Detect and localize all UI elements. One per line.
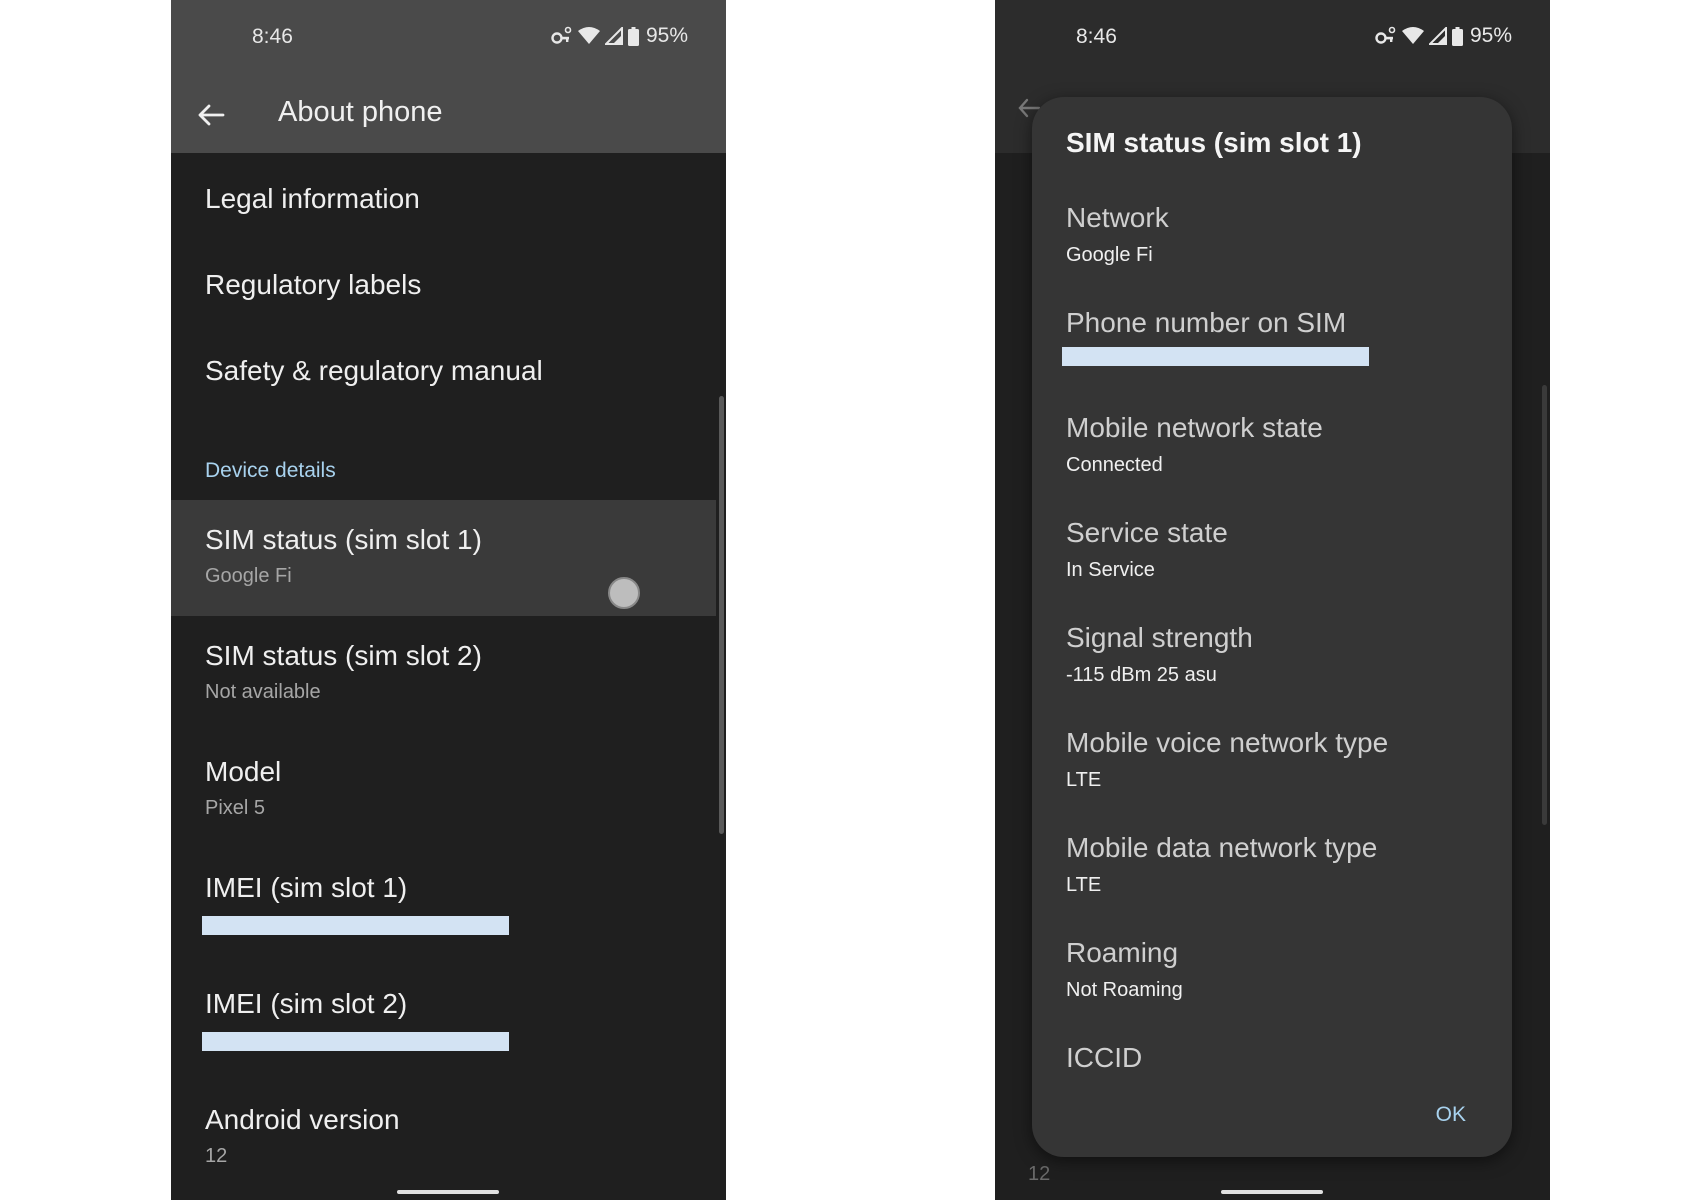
safety-manual-item[interactable]: Safety & regulatory manual bbox=[171, 325, 726, 411]
field-label: Phone number on SIM bbox=[1066, 307, 1347, 338]
sim-status-slot2-item[interactable]: SIM status (sim slot 2) Not available bbox=[171, 616, 726, 732]
field-label: Mobile voice network type bbox=[1066, 727, 1389, 758]
field-value: Connected bbox=[1066, 454, 1163, 476]
cell-signal-icon bbox=[604, 27, 623, 45]
signal-strength-field: Signal strength -115 dBm 25 asu bbox=[1066, 622, 1486, 687]
field-value: In Service bbox=[1066, 559, 1155, 581]
list-item-title: Regulatory labels bbox=[205, 269, 422, 300]
list-item-subtitle: Google Fi bbox=[205, 565, 292, 587]
field-label: Signal strength bbox=[1066, 622, 1253, 653]
field-label: Network bbox=[1066, 202, 1169, 233]
network-field: Network Google Fi bbox=[1066, 202, 1486, 267]
data-network-type-field: Mobile data network type LTE bbox=[1066, 832, 1486, 897]
ok-button[interactable]: OK bbox=[1436, 1103, 1466, 1127]
list-item-title: IMEI (sim slot 1) bbox=[205, 872, 408, 903]
list-item-subtitle: Not available bbox=[205, 681, 321, 703]
voice-network-type-field: Mobile voice network type LTE bbox=[1066, 727, 1486, 792]
field-label: Roaming bbox=[1066, 937, 1179, 968]
phone-number-field: Phone number on SIM bbox=[1066, 307, 1486, 339]
gesture-nav-handle[interactable] bbox=[1221, 1190, 1323, 1194]
status-bar: 8:46 95% bbox=[171, 0, 726, 78]
android-version-item[interactable]: Android version 12 bbox=[171, 1080, 726, 1196]
back-button[interactable] bbox=[191, 95, 231, 135]
status-icons: 95% bbox=[1375, 24, 1512, 48]
field-value: Google Fi bbox=[1066, 244, 1153, 266]
scrollbar[interactable] bbox=[719, 396, 724, 834]
field-value: Not Roaming bbox=[1066, 979, 1183, 1001]
dialog-title: SIM status (sim slot 1) bbox=[1066, 127, 1362, 158]
list-item-title: Android version bbox=[205, 1104, 400, 1135]
imei-slot2-item[interactable]: IMEI (sim slot 2) bbox=[171, 964, 726, 1080]
cell-signal-icon bbox=[1428, 27, 1447, 45]
field-value: LTE bbox=[1066, 769, 1102, 791]
roaming-field: Roaming Not Roaming bbox=[1066, 937, 1486, 1002]
field-label: ICCID bbox=[1066, 1042, 1143, 1073]
about-phone-screen: 8:46 95% About phone Legal information R… bbox=[171, 0, 726, 1200]
field-value: LTE bbox=[1066, 874, 1102, 896]
redacted-value bbox=[202, 1032, 509, 1051]
status-time: 8:46 bbox=[252, 25, 293, 48]
section-header-device-details: Device details bbox=[205, 459, 336, 482]
list-item-title: Model bbox=[205, 756, 282, 787]
status-bar: 8:46 95% bbox=[995, 0, 1550, 78]
sim-status-dialog: SIM status (sim slot 1) Network Google F… bbox=[1032, 97, 1512, 1157]
battery-percent: 95% bbox=[1469, 24, 1512, 47]
sim-status-slot1-item[interactable]: SIM status (sim slot 1) Google Fi bbox=[171, 500, 716, 616]
battery-percent: 95% bbox=[645, 24, 688, 47]
redacted-value bbox=[202, 916, 509, 935]
list-item-title: Safety & regulatory manual bbox=[205, 355, 543, 386]
background-android-version-value: 12 bbox=[1028, 1163, 1051, 1185]
status-time: 8:46 bbox=[1076, 25, 1117, 48]
page-title: About phone bbox=[278, 96, 443, 128]
list-item-title: SIM status (sim slot 1) bbox=[205, 524, 482, 555]
vpn-key-icon bbox=[551, 26, 572, 44]
gesture-nav-handle[interactable] bbox=[397, 1190, 499, 1194]
mobile-network-state-field: Mobile network state Connected bbox=[1066, 412, 1486, 477]
battery-icon bbox=[627, 26, 639, 46]
touch-indicator bbox=[608, 577, 640, 609]
list-item-title: IMEI (sim slot 2) bbox=[205, 988, 408, 1019]
back-arrow-icon bbox=[198, 104, 225, 126]
background-scrollbar bbox=[1542, 385, 1547, 825]
wifi-icon bbox=[1401, 27, 1424, 44]
app-bar: 8:46 95% About phone bbox=[171, 0, 726, 153]
legal-information-item[interactable]: Legal information bbox=[171, 153, 726, 239]
iccid-field: ICCID bbox=[1066, 1042, 1486, 1074]
field-label: Service state bbox=[1066, 517, 1228, 548]
model-item[interactable]: Model Pixel 5 bbox=[171, 732, 726, 848]
sim-status-dialog-screen: 8:46 95% 12 SIM status (sim slot 1) Netw… bbox=[995, 0, 1550, 1200]
field-value: -115 dBm 25 asu bbox=[1066, 664, 1217, 686]
list-item-title: SIM status (sim slot 2) bbox=[205, 640, 482, 671]
redacted-phone-number bbox=[1062, 347, 1369, 366]
vpn-key-icon bbox=[1375, 26, 1396, 44]
wifi-icon bbox=[577, 27, 600, 44]
list-item-subtitle: Pixel 5 bbox=[205, 797, 266, 819]
status-icons: 95% bbox=[551, 24, 688, 48]
list-item-title: Legal information bbox=[205, 183, 420, 214]
field-label: Mobile data network type bbox=[1066, 832, 1378, 863]
battery-icon bbox=[1451, 26, 1463, 46]
list-item-subtitle: 12 bbox=[205, 1145, 228, 1167]
regulatory-labels-item[interactable]: Regulatory labels bbox=[171, 239, 726, 325]
imei-slot1-item[interactable]: IMEI (sim slot 1) bbox=[171, 848, 726, 964]
service-state-field: Service state In Service bbox=[1066, 517, 1486, 582]
field-label: Mobile network state bbox=[1066, 412, 1323, 443]
